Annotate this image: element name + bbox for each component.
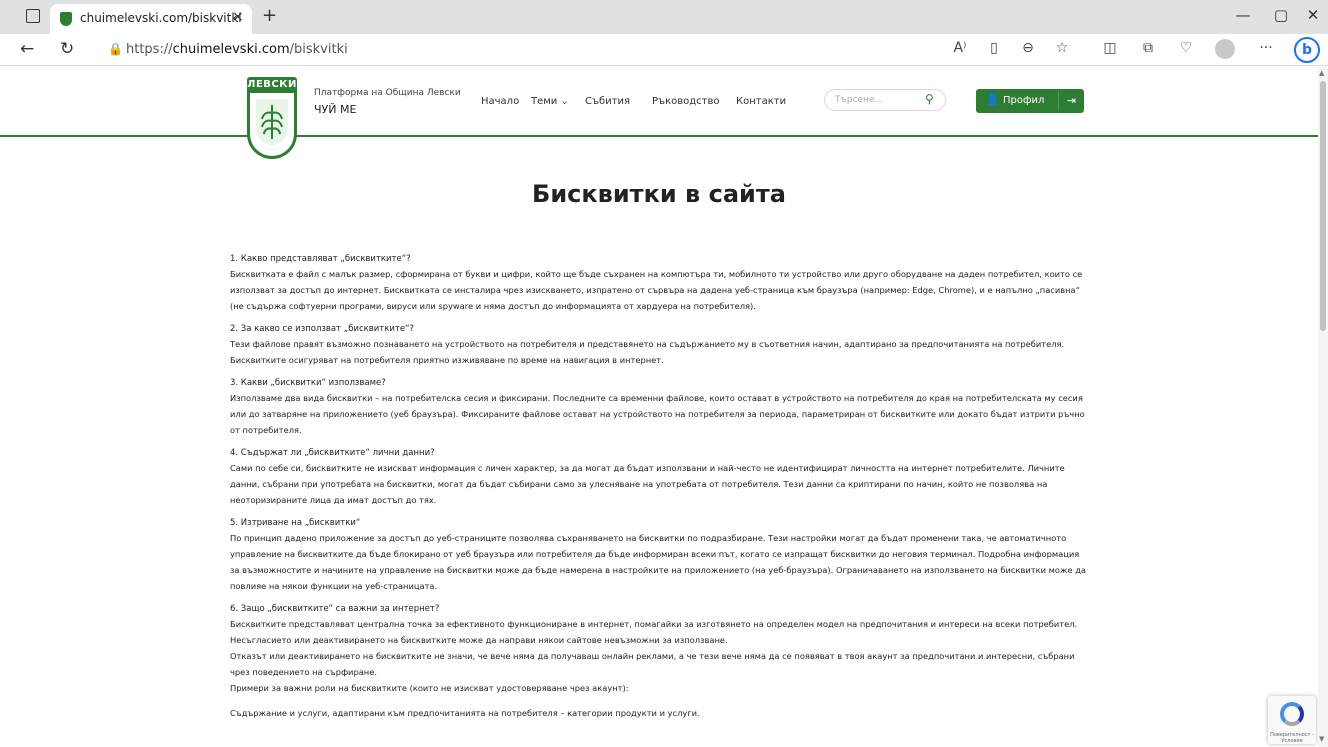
section-personal-data: 4. Съдържат ли „бисквитките“ лични данни… bbox=[230, 447, 1090, 508]
section-body: Бисквитките представляват централна точк… bbox=[230, 619, 1078, 645]
profile-button[interactable]: 👤 Профил ⇥ bbox=[976, 89, 1084, 113]
browser-tab[interactable]: chuimelevski.com/biskvitki × bbox=[50, 4, 252, 34]
close-window-button[interactable]: ✕ bbox=[1303, 6, 1323, 24]
immersive-reader-icon[interactable]: ▯ bbox=[984, 40, 1004, 56]
section-heading: 2. За какво се използват „бисквитките“? bbox=[230, 324, 415, 334]
scrollbar-thumb[interactable] bbox=[1320, 81, 1326, 331]
section-body: Бисквитката е файл с малък размер, сформ… bbox=[230, 269, 1083, 311]
refresh-button[interactable]: ↻ bbox=[60, 39, 74, 59]
brand-title[interactable]: ЧУЙ МЕ bbox=[314, 103, 356, 116]
url-text: https://chuimelevski.com/biskvitki bbox=[126, 42, 348, 57]
browser-tab-bar: chuimelevski.com/biskvitki × + — ▢ ✕ bbox=[0, 0, 1328, 34]
read-aloud-icon[interactable]: A⁾ bbox=[950, 40, 970, 56]
search-icon[interactable]: ⚲ bbox=[925, 92, 934, 106]
article-content: 1. Какво представляват „бисквитките“? Би… bbox=[230, 253, 1090, 721]
site-favicon-icon bbox=[60, 12, 72, 26]
address-bar-row: ← ↻ 🔒 https://chuimelevski.com/biskvitki… bbox=[0, 34, 1328, 66]
section-deleting-cookies: 5. Изтриване на „бисквитки“ По принцип д… bbox=[230, 517, 1090, 594]
user-icon: 👤 bbox=[986, 93, 1000, 106]
site-logo[interactable]: ЛЕВСКИ bbox=[247, 77, 297, 159]
scroll-down-icon[interactable]: ▼ bbox=[1319, 735, 1324, 743]
page-scrollbar[interactable]: ▲ ▼ bbox=[1318, 67, 1328, 747]
logo-shield-icon bbox=[247, 93, 297, 159]
logo-text: ЛЕВСКИ bbox=[247, 77, 297, 93]
section-cookie-types: 3. Какви „бисквитки“ използваме? Използв… bbox=[230, 377, 1090, 438]
section-heading: 5. Изтриване на „бисквитки“ bbox=[230, 518, 361, 528]
bing-copilot-icon[interactable]: b bbox=[1294, 37, 1320, 63]
section-heading: 4. Съдържат ли „бисквитките“ лични данни… bbox=[230, 448, 435, 458]
minimize-button[interactable]: — bbox=[1233, 6, 1253, 24]
maximize-button[interactable]: ▢ bbox=[1271, 6, 1291, 24]
tab-title: chuimelevski.com/biskvitki bbox=[80, 11, 242, 25]
back-button[interactable]: ← bbox=[20, 39, 34, 59]
section-cookie-purpose: 2. За какво се използват „бисквитките“? … bbox=[230, 323, 1090, 368]
tab-actions-icon[interactable] bbox=[26, 9, 40, 23]
section-body: По принцип дадено приложение за достъп д… bbox=[230, 533, 1087, 591]
recaptcha-badge[interactable]: Поверителност - Условия bbox=[1268, 696, 1316, 744]
lock-icon[interactable]: 🔒 bbox=[108, 42, 123, 56]
zoom-icon[interactable]: ⊖ bbox=[1018, 40, 1038, 56]
section-body: Сами по себе си, бисквитките не изискват… bbox=[230, 463, 1065, 505]
nav-home[interactable]: Начало bbox=[481, 96, 519, 107]
page-title: Бисквитки в сайта bbox=[532, 180, 786, 208]
section-body-3: Примери за важни роли на бисквитките (ко… bbox=[230, 683, 629, 693]
tab-close-icon[interactable]: × bbox=[232, 9, 244, 25]
logo-emblem bbox=[256, 99, 288, 145]
header-divider bbox=[0, 135, 1318, 137]
profile-label: Профил bbox=[1003, 95, 1045, 106]
split-screen-icon[interactable]: ◫ bbox=[1100, 40, 1120, 56]
more-icon[interactable]: ··· bbox=[1256, 40, 1276, 56]
section-body: Използваме два вида бисквитки – на потре… bbox=[230, 393, 1085, 435]
section-body: Тези файлове правят възможно познаването… bbox=[230, 339, 1065, 365]
nav-contacts[interactable]: Контакти bbox=[736, 96, 786, 107]
nav-events[interactable]: Събития bbox=[585, 96, 630, 107]
browser-essentials-icon[interactable]: ♡ bbox=[1176, 40, 1196, 56]
section-heading: 6. Защо „бисквитките“ са важни за интерн… bbox=[230, 604, 440, 614]
favorite-icon[interactable]: ☆ bbox=[1052, 40, 1072, 56]
profile-avatar[interactable] bbox=[1215, 39, 1235, 59]
url-field[interactable]: 🔒 https://chuimelevski.com/biskvitki bbox=[96, 37, 1096, 63]
section-heading: 3. Какви „бисквитки“ използваме? bbox=[230, 378, 386, 388]
new-tab-button[interactable]: + bbox=[262, 5, 277, 26]
recaptcha-text: Поверителност - Условия bbox=[1270, 732, 1314, 744]
section-heading: 1. Какво представляват „бисквитките“? bbox=[230, 254, 411, 264]
nav-guide[interactable]: Ръководство bbox=[652, 96, 720, 107]
section-importance: 6. Защо „бисквитките“ са важни за интерн… bbox=[230, 603, 1090, 696]
recaptcha-icon bbox=[1280, 702, 1304, 726]
collections-icon[interactable]: ⧉ bbox=[1138, 40, 1158, 56]
brand-subtitle: Платформа на Община Левски bbox=[314, 88, 461, 98]
partially-visible-line: Съдържание и услуги, адаптирани към пред… bbox=[230, 708, 700, 718]
logout-icon[interactable]: ⇥ bbox=[1058, 91, 1084, 111]
section-body-2: Отказът или деактивирането на бисквиткит… bbox=[230, 651, 1075, 677]
nav-topics[interactable]: Теми bbox=[531, 96, 569, 107]
scroll-up-icon[interactable]: ▲ bbox=[1319, 69, 1324, 77]
section-what-are-cookies: 1. Какво представляват „бисквитките“? Би… bbox=[230, 253, 1090, 314]
search-placeholder: Търсене... bbox=[835, 95, 884, 105]
web-page: ЛЕВСКИ Платформа на Община Левски ЧУЙ МЕ… bbox=[0, 67, 1318, 747]
search-input[interactable]: Търсене... ⚲ bbox=[824, 89, 946, 111]
